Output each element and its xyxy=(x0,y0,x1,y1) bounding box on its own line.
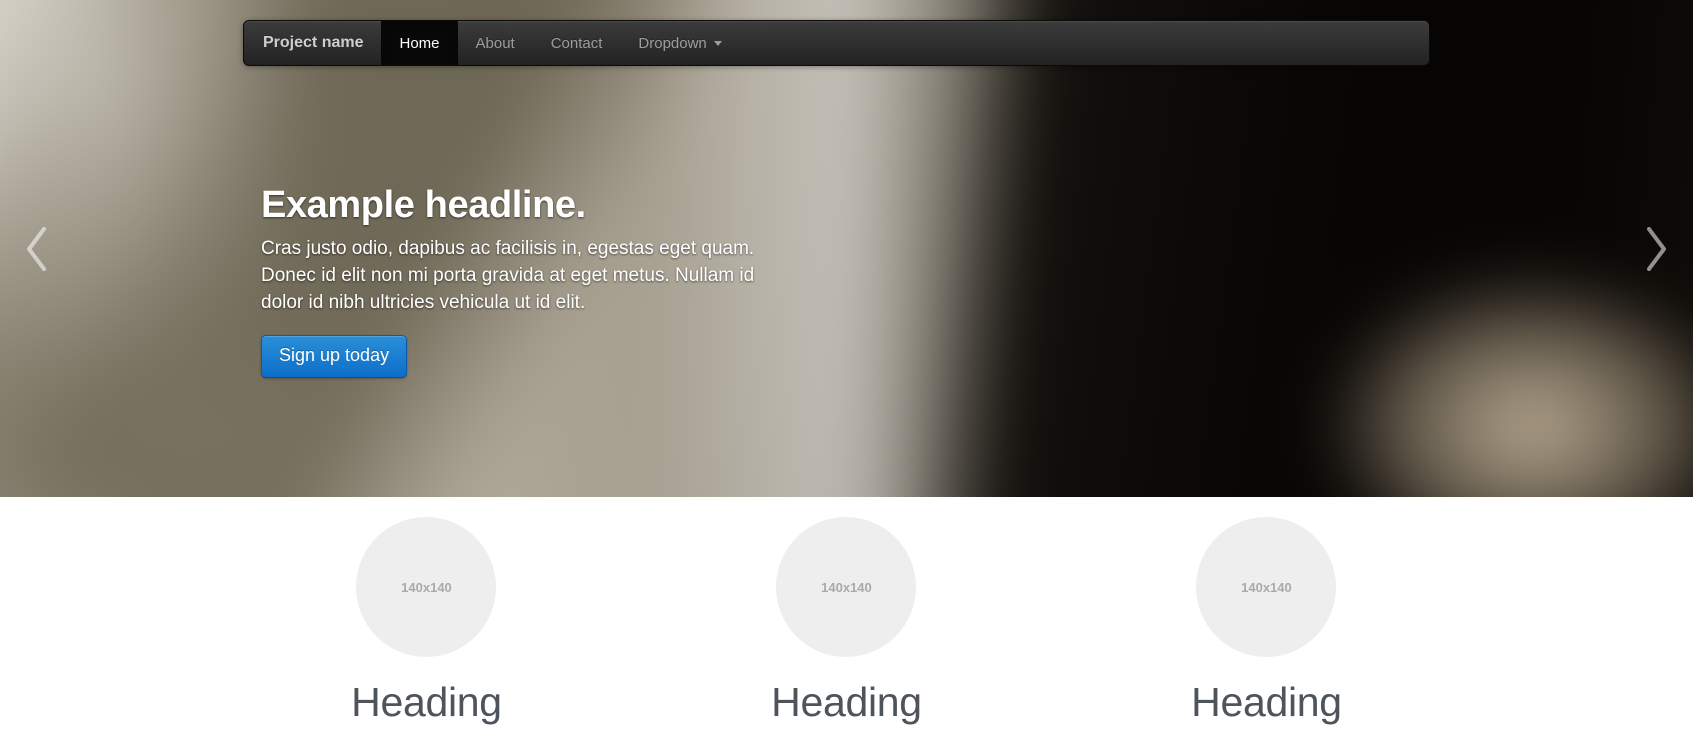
marketing-section: 140x140 Heading 140x140 Heading 140x140 … xyxy=(0,497,1693,744)
placeholder-image-circle: 140x140 xyxy=(776,517,917,657)
nav-list-item: Dropdown xyxy=(620,21,739,65)
nav-item-about[interactable]: About xyxy=(458,21,533,65)
carousel-caption: Example headline. Cras justo odio, dapib… xyxy=(261,184,781,378)
sign-up-today-button[interactable]: Sign up today xyxy=(261,334,408,378)
navbar-nav-list: Home About Contact Dropdown xyxy=(381,21,739,65)
carousel-prev-control[interactable]: Previous xyxy=(0,0,254,497)
nav-item-home[interactable]: Home xyxy=(381,21,458,65)
chevron-down-icon xyxy=(713,40,722,46)
placeholder-image-circle: 140x140 xyxy=(1196,517,1337,657)
marketing-column: 140x140 Heading xyxy=(1056,497,1476,725)
marketing-column-heading: Heading xyxy=(771,679,922,725)
navbar-brand[interactable]: Project name xyxy=(244,21,381,65)
chevron-left-icon xyxy=(22,223,52,275)
marketing-column: 140x140 Heading xyxy=(217,497,637,725)
marketing-container: 140x140 Heading 140x140 Heading 140x140 … xyxy=(217,497,1477,725)
marketing-column-heading: Heading xyxy=(351,679,502,725)
page-root: Previous Next Example headline. Cras jus… xyxy=(0,0,1693,744)
nav-item-dropdown-label: Dropdown xyxy=(638,34,707,52)
nav-item-contact-label: Contact xyxy=(550,34,603,52)
carousel-next-control[interactable]: Next xyxy=(1439,0,1693,497)
marketing-column: 140x140 Heading xyxy=(636,497,1056,725)
carousel-body-text: Cras justo odio, dapibus ac facilisis in… xyxy=(261,237,755,313)
placeholder-image-label: 140x140 xyxy=(401,579,452,595)
nav-item-home-label: Home xyxy=(399,34,440,52)
carousel-headline: Example headline. xyxy=(261,184,586,226)
main-navbar: Project name Home About Contact Dropdown xyxy=(243,20,1430,66)
nav-item-about-label: About xyxy=(475,34,515,52)
chevron-right-icon xyxy=(1641,223,1671,275)
nav-item-contact[interactable]: Contact xyxy=(533,21,621,65)
nav-list-item: About xyxy=(458,21,533,65)
nav-list-item: Contact xyxy=(533,21,621,65)
nav-list-item: Home xyxy=(381,21,458,65)
nav-item-dropdown[interactable]: Dropdown xyxy=(620,21,739,65)
marketing-column-heading: Heading xyxy=(1191,679,1342,725)
placeholder-image-circle: 140x140 xyxy=(356,517,497,657)
placeholder-image-label: 140x140 xyxy=(1241,579,1292,595)
hero-carousel: Previous Next Example headline. Cras jus… xyxy=(0,0,1693,497)
placeholder-image-label: 140x140 xyxy=(821,579,872,595)
